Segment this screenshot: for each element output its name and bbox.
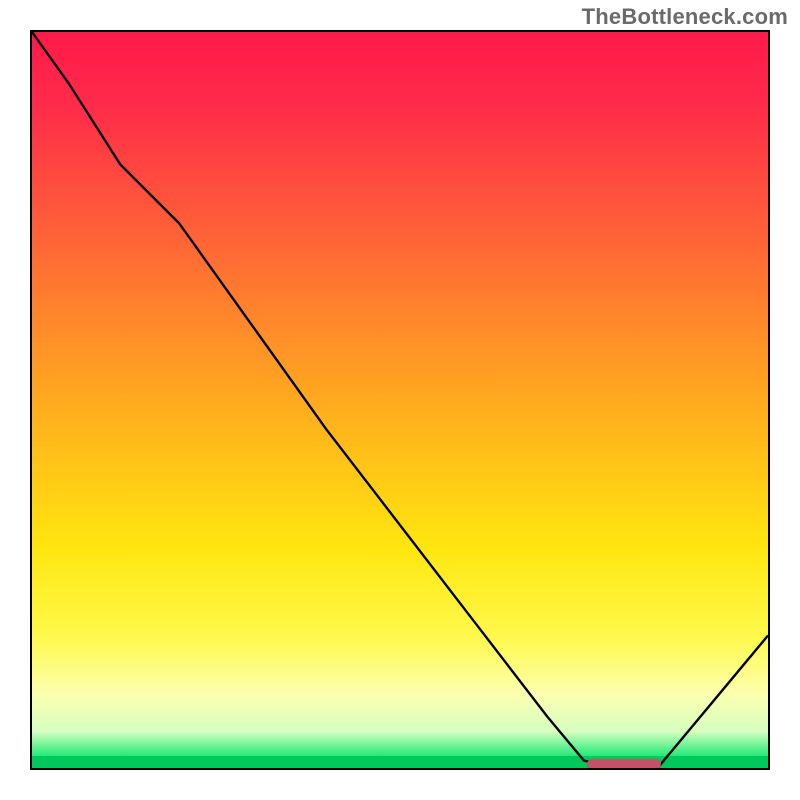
chart-frame (30, 30, 770, 770)
watermark-text: TheBottleneck.com (582, 4, 788, 30)
bottleneck-curve (32, 32, 768, 768)
optimal-point-marker (587, 759, 661, 769)
curve-svg (32, 32, 768, 768)
